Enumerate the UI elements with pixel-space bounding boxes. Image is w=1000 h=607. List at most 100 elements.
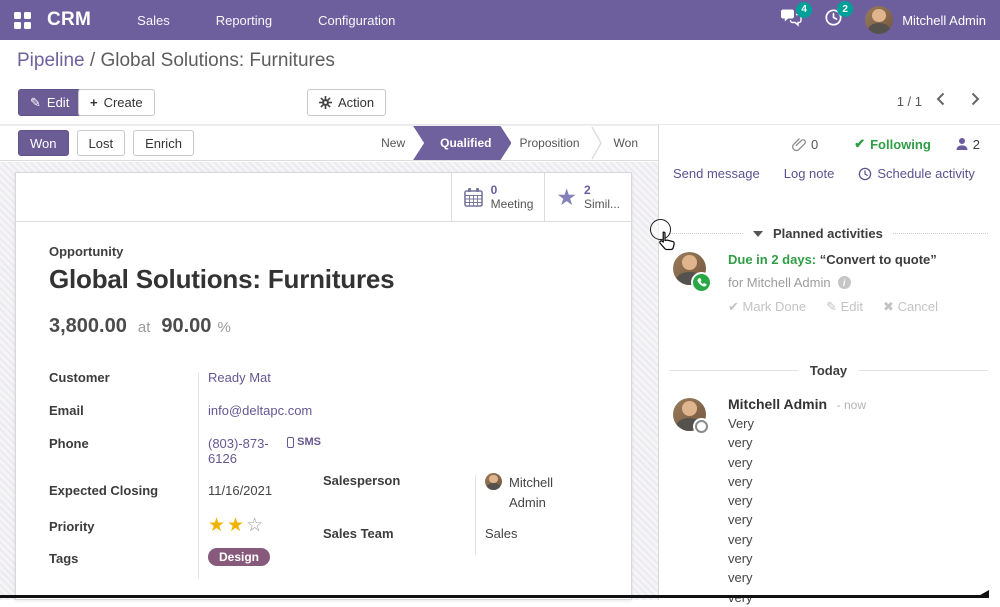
status-row: Won Lost Enrich New Qualified Propositio… <box>0 125 659 161</box>
pencil-icon: ✎ <box>30 95 41 111</box>
salesperson-avatar <box>485 473 502 490</box>
planned-activities-toggle[interactable]: Planned activities <box>669 226 988 241</box>
attachments-count: 0 <box>811 137 818 152</box>
user-menu[interactable]: Mitchell Admin <box>865 6 986 34</box>
divider-line <box>669 370 798 371</box>
sales-team-value[interactable]: Sales <box>475 526 518 541</box>
menu-sales[interactable]: Sales <box>137 13 170 28</box>
menu-reporting[interactable]: Reporting <box>216 13 272 28</box>
won-button[interactable]: Won <box>18 130 69 156</box>
group-separator <box>198 372 199 579</box>
stage-qualified-active[interactable]: Qualified <box>413 126 511 160</box>
field-phone: Phone (803)-873-6126 SMS <box>49 436 321 466</box>
mobile-phone-icon <box>287 437 294 448</box>
check-icon: ✔ <box>728 299 739 314</box>
meeting-count: 0 <box>491 183 534 197</box>
apps-menu-icon[interactable] <box>14 12 31 29</box>
form-sheet: 0 Meeting ★ 2 Simil... Opportunity Globa… <box>15 172 632 600</box>
divider-line <box>859 370 988 371</box>
field-group-left: Customer Ready Mat Email info@deltapc.co… <box>49 370 321 583</box>
menu-configuration[interactable]: Configuration <box>318 13 395 28</box>
breadcrumb-current: Global Solutions: Furnitures <box>100 50 334 71</box>
mark-done-button[interactable]: ✔ Mark Done <box>728 299 806 315</box>
enrich-button[interactable]: Enrich <box>133 130 194 156</box>
message-author[interactable]: Mitchell Admin <box>728 396 827 412</box>
activity-assignee: for Mitchell Admin <box>728 275 831 290</box>
phone-call-badge-icon <box>691 272 712 293</box>
field-salesperson: Salesperson Mitchell Admin <box>323 473 599 513</box>
following-button[interactable]: ✔ Following <box>854 136 931 152</box>
stage-bar: New Qualified Proposition Won <box>368 126 659 160</box>
field-priority: Priority ★★☆ <box>49 516 321 535</box>
meetings-stat-button[interactable]: 0 Meeting <box>451 173 545 221</box>
paperclip-icon <box>792 137 807 152</box>
person-icon <box>955 137 969 151</box>
chatter-message: Mitchell Admin - now Very very very very… <box>673 396 994 607</box>
activities-badge: 2 <box>837 1 853 17</box>
record-type-label: Opportunity <box>49 244 394 259</box>
breadcrumb-pipeline[interactable]: Pipeline <box>17 50 85 71</box>
attachments-button[interactable]: 0 <box>792 137 818 152</box>
salesperson-link[interactable]: Mitchell Admin <box>509 473 587 513</box>
revenue-amount: 3,800.00 <box>49 315 127 338</box>
activities-button[interactable]: 2 <box>824 8 843 32</box>
edit-button[interactable]: ✎ Edit <box>18 89 81 116</box>
field-expected-closing: Expected Closing 11/16/2021 <box>49 483 321 499</box>
calendar-icon <box>463 187 484 208</box>
tag-design[interactable]: Design <box>208 548 270 566</box>
field-customer: Customer Ready Mat <box>49 370 321 386</box>
email-link[interactable]: info@deltapc.com <box>198 403 312 418</box>
chatter-panel: 0 ✔ Following 2 Send message Log note Sc… <box>659 125 1000 600</box>
star-filled-icon[interactable]: ★ <box>208 515 227 536</box>
check-icon: ✔ <box>854 136 865 152</box>
pencil-icon: ✎ <box>826 299 837 314</box>
breadcrumb-separator: / <box>90 50 95 71</box>
action-button[interactable]: Action <box>307 89 386 116</box>
stage-new[interactable]: New <box>368 136 418 150</box>
planned-activity-item: Due in 2 days: “Convert to quote” for Mi… <box>673 252 994 315</box>
stage-won[interactable]: Won <box>601 136 651 150</box>
star-empty-icon[interactable]: ☆ <box>246 515 265 536</box>
app-brand[interactable]: CRM <box>47 9 91 31</box>
pager-previous-icon[interactable] <box>936 92 945 106</box>
chevron-down-icon <box>753 231 763 237</box>
similar-count: 2 <box>584 183 620 197</box>
log-note-button[interactable]: Log note <box>784 166 835 181</box>
star-filled-icon[interactable]: ★ <box>227 515 246 536</box>
due-date-text: Due in 2 days: <box>728 252 816 267</box>
breadcrumb: Pipeline / Global Solutions: Furnitures <box>17 50 335 72</box>
schedule-activity-button[interactable]: Schedule activity <box>858 166 975 181</box>
create-button[interactable]: + Create <box>78 89 155 116</box>
messages-button[interactable]: 4 <box>780 9 802 32</box>
expected-closing-value: 11/16/2021 <box>198 483 272 498</box>
control-panel: Pipeline / Global Solutions: Furnitures … <box>0 40 1000 125</box>
online-status-icon <box>695 420 708 433</box>
message-timestamp: - now <box>837 398 866 412</box>
activity-cancel-button[interactable]: ✖ Cancel <box>883 299 938 315</box>
probability-value: 90.00 <box>161 315 211 338</box>
customer-link[interactable]: Ready Mat <box>198 370 271 385</box>
activity-edit-button[interactable]: ✎ Edit <box>826 299 863 315</box>
user-name: Mitchell Admin <box>902 13 986 28</box>
star-icon: ★ <box>556 186 577 209</box>
stage-proposition[interactable]: Proposition <box>506 136 592 150</box>
dotted-line <box>669 233 743 234</box>
messages-badge: 4 <box>796 2 812 18</box>
sms-button[interactable]: SMS <box>287 436 321 448</box>
clock-icon <box>858 167 872 181</box>
button-box: 0 Meeting ★ 2 Simil... <box>16 173 631 222</box>
activity-summary: “Convert to quote” <box>820 252 937 267</box>
pager-next-icon[interactable] <box>971 92 980 106</box>
phone-link[interactable]: (803)-873-6126 <box>198 436 273 466</box>
similar-leads-stat-button[interactable]: ★ 2 Simil... <box>544 173 631 221</box>
field-tags: Tags Design <box>49 548 321 566</box>
message-body: Very very very very very very very very … <box>728 414 994 607</box>
dotted-line <box>893 233 988 234</box>
lost-button[interactable]: Lost <box>77 130 126 156</box>
followers-button[interactable]: 2 <box>955 137 980 152</box>
followers-count: 2 <box>973 137 980 152</box>
send-message-button[interactable]: Send message <box>673 166 760 181</box>
gear-icon <box>319 96 332 109</box>
recording-progress-bar <box>0 595 988 598</box>
priority-stars[interactable]: ★★☆ <box>198 516 265 535</box>
